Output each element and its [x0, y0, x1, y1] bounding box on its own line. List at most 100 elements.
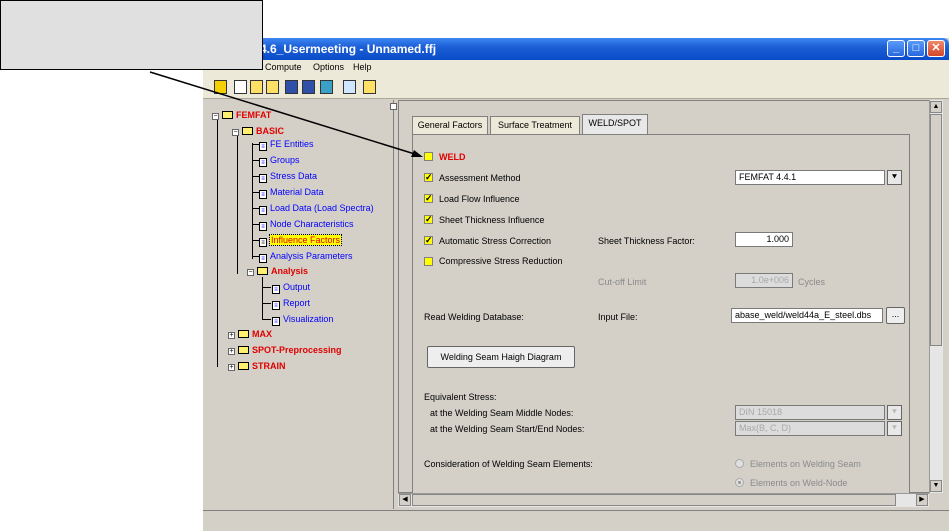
consideration-label: Consideration of Welding Seam Elements: — [424, 459, 593, 469]
folder-icon — [238, 330, 249, 338]
open-folder-star-icon[interactable] — [266, 80, 279, 94]
folder-icon — [238, 362, 249, 370]
tree-node-max[interactable]: + MAX — [228, 329, 272, 340]
tree-item-visualization[interactable]: ≡ Visualization — [272, 314, 333, 326]
document-icon: ≡ — [259, 206, 267, 215]
tree-item-material-data[interactable]: ≡ Material Data — [259, 187, 324, 199]
radio-weld-node-label: Elements on Weld-Node — [750, 478, 848, 488]
close-button[interactable]: ✕ — [927, 40, 945, 57]
assessment-method-select[interactable]: FEMFAT 4.4.1 — [735, 170, 885, 185]
tree-node-femfat[interactable]: − FEMFAT — [212, 110, 271, 121]
collapse-icon[interactable]: − — [247, 269, 254, 276]
new-file-icon[interactable] — [234, 80, 247, 94]
menu-options[interactable]: Options — [313, 62, 344, 72]
splitter-handle[interactable] — [390, 103, 397, 110]
tree-item-stress-data[interactable]: ≡ Stress Data — [259, 171, 317, 183]
weld-label: WELD — [439, 152, 466, 162]
network-icon[interactable] — [320, 80, 333, 94]
tab-surface-treatment[interactable]: Surface Treatment — [490, 116, 580, 134]
folder-icon — [257, 267, 268, 275]
collapse-icon[interactable]: − — [232, 129, 239, 136]
document-icon: ≡ — [259, 190, 267, 199]
sheet-factor-input[interactable]: 1.000 — [735, 232, 793, 247]
sheet-thickness-checkbox[interactable]: ✓ — [424, 215, 433, 224]
compressive-label: Compressive Stress Reduction — [439, 256, 563, 266]
chevron-down-icon: ⯆ — [890, 172, 899, 182]
vertical-scroll-thumb[interactable] — [930, 114, 942, 346]
scroll-down-button[interactable]: ▼ — [930, 480, 942, 492]
scroll-right-button[interactable]: ▶ — [916, 494, 928, 506]
open-folder-icon[interactable] — [250, 80, 263, 94]
load-flow-label: Load Flow Influence — [439, 194, 520, 204]
assessment-method-checkbox[interactable]: ✓ — [424, 173, 433, 182]
document-icon: ≡ — [272, 317, 280, 326]
exit-icon[interactable] — [363, 80, 376, 94]
horizontal-scroll-thumb[interactable] — [412, 494, 896, 506]
chevron-down-icon: ▼ — [932, 482, 940, 489]
sheet-factor-label: Sheet Thickness Factor: — [598, 236, 695, 246]
middle-nodes-select[interactable]: DIN 15018 — [735, 405, 885, 420]
callout-box — [0, 0, 263, 70]
scroll-up-button[interactable]: ▲ — [930, 101, 942, 113]
minimize-button[interactable]: _ — [887, 40, 905, 57]
folder-icon — [238, 346, 249, 354]
maximize-icon: □ — [912, 42, 920, 54]
tree-node-strain[interactable]: + STRAIN — [228, 361, 286, 372]
tree-node-basic[interactable]: − BASIC — [232, 126, 284, 137]
chevron-down-icon: ⯆ — [890, 407, 899, 417]
tab-general-factors[interactable]: General Factors — [412, 116, 488, 134]
report-icon[interactable] — [343, 80, 356, 94]
collapse-icon[interactable]: − — [212, 113, 219, 120]
save-as-icon[interactable] — [302, 80, 315, 94]
tree-item-load-data[interactable]: ≡ Load Data (Load Spectra) — [259, 203, 374, 215]
tree-item-report[interactable]: ≡ Report — [272, 298, 310, 310]
tree-item-influence-factors[interactable]: ≡ Influence Factors — [259, 234, 343, 247]
assessment-dropdown-button[interactable]: ⯆ — [887, 170, 902, 185]
document-icon: ≡ — [259, 158, 267, 167]
input-file-label: Input File: — [598, 312, 638, 322]
tree-item-output[interactable]: ≡ Output — [272, 282, 310, 294]
start-end-nodes-label: at the Welding Seam Start/End Nodes: — [430, 424, 585, 434]
scroll-left-button[interactable]: ◀ — [399, 494, 411, 506]
assessment-method-label: Assessment Method — [439, 173, 521, 183]
input-file-field[interactable]: abase_weld/weld44a_E_steel.dbs — [731, 308, 883, 323]
cutoff-input[interactable]: 1.0e+006 — [735, 273, 793, 288]
document-icon: ≡ — [272, 285, 280, 294]
load-flow-checkbox[interactable]: ✓ — [424, 194, 433, 203]
save-icon[interactable] — [285, 80, 298, 94]
chevron-left-icon: ◀ — [402, 496, 408, 503]
document-icon: ≡ — [259, 238, 267, 247]
compressive-checkbox[interactable] — [424, 257, 433, 266]
menu-compute[interactable]: Compute — [265, 62, 302, 72]
tree-node-analysis[interactable]: − Analysis — [247, 266, 308, 277]
browse-button[interactable]: ... — [886, 307, 905, 324]
tree-item-fe-entities[interactable]: ≡ FE Entities — [259, 139, 314, 151]
start-end-nodes-select[interactable]: Max(B, C, D) — [735, 421, 885, 436]
middle-dropdown-button[interactable]: ⯆ — [887, 405, 902, 420]
radio-welding-seam[interactable] — [735, 459, 744, 468]
expand-icon[interactable]: + — [228, 348, 235, 355]
folder-icon — [222, 111, 233, 119]
equivalent-stress-label: Equivalent Stress: — [424, 392, 497, 402]
compute-icon[interactable] — [214, 80, 227, 94]
tree-node-spot-preprocessing[interactable]: + SPOT-Preprocessing — [228, 345, 342, 356]
tab-weld-spot[interactable]: WELD/SPOT — [582, 114, 648, 135]
cutoff-label: Cut-off Limit — [598, 277, 647, 287]
read-db-label: Read Welding Database: — [424, 312, 524, 322]
cycles-label: Cycles — [798, 277, 826, 287]
radio-weld-node[interactable] — [735, 478, 744, 487]
haigh-diagram-button[interactable]: Welding Seam Haigh Diagram — [427, 346, 575, 368]
tree-item-analysis-parameters[interactable]: ≡ Analysis Parameters — [259, 251, 353, 263]
start-end-dropdown-button[interactable]: ⯆ — [887, 421, 902, 436]
tree-item-node-characteristics[interactable]: ≡ Node Characteristics — [259, 219, 354, 231]
auto-stress-checkbox[interactable]: ✓ — [424, 236, 433, 245]
document-icon: ≡ — [259, 254, 267, 263]
tree-item-groups[interactable]: ≡ Groups — [259, 155, 300, 167]
expand-icon[interactable]: + — [228, 364, 235, 371]
maximize-button[interactable]: □ — [907, 40, 925, 57]
weld-checkbox[interactable] — [424, 152, 433, 161]
expand-icon[interactable]: + — [228, 332, 235, 339]
chevron-right-icon: ▶ — [919, 496, 925, 503]
menu-help[interactable]: Help — [353, 62, 372, 72]
window-title: 4.6_Usermeeting - Unnamed.ffj — [260, 42, 437, 56]
